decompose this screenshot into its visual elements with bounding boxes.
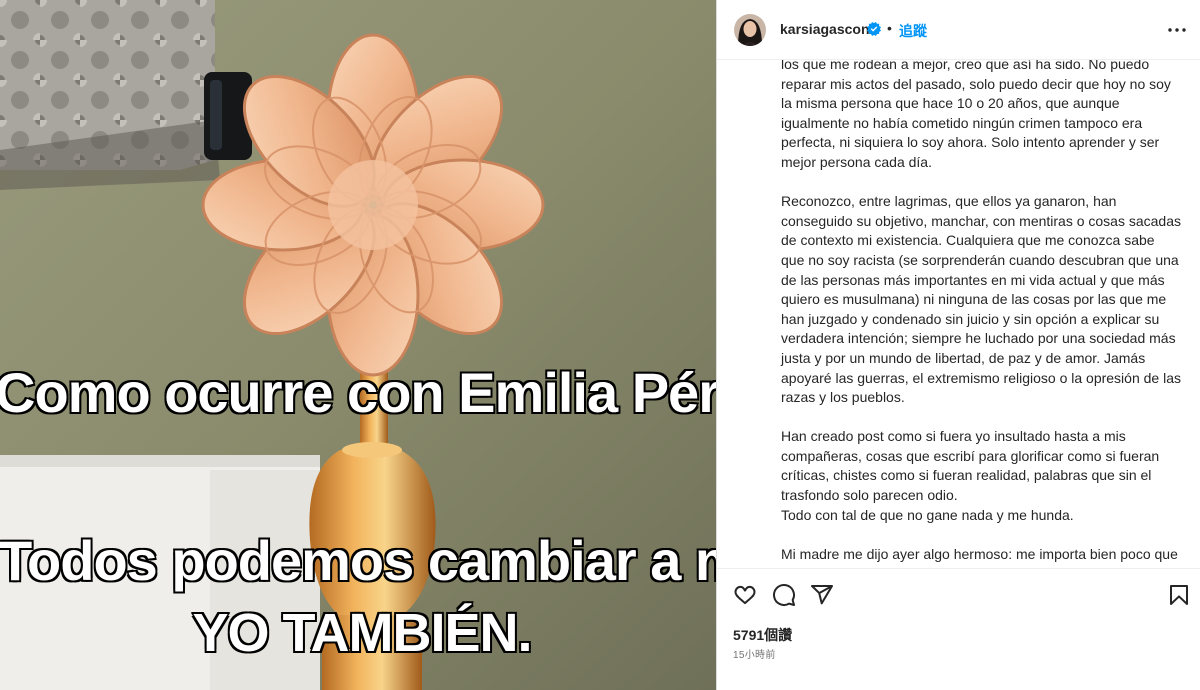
post-actions: 5791個讚 15小時前	[717, 568, 1200, 690]
heart-icon[interactable]	[733, 583, 757, 607]
more-options-icon[interactable]	[1165, 20, 1189, 40]
caption-line-3: YO TAMBIÉN.	[191, 602, 534, 665]
post-side-panel: karsiagascon • 追蹤 los que me rodean a me…	[716, 0, 1200, 690]
caption-scroll-area[interactable]: los que me rodean a mejor, creo que así …	[717, 60, 1200, 568]
caption-line-1: Como ocurre con Emilia Pérez:	[0, 360, 716, 426]
comment-icon[interactable]	[772, 583, 796, 607]
avatar-image	[734, 14, 766, 46]
verified-badge-icon	[867, 22, 881, 36]
caption-paragraph: Reconozco, entre lagrimas, que ellos ya …	[781, 193, 1182, 406]
likes-count[interactable]: 5791個讚	[733, 625, 792, 645]
username-link[interactable]: karsiagascon	[780, 21, 870, 37]
post-header: karsiagascon • 追蹤	[717, 0, 1200, 60]
post-image[interactable]: Como ocurre con Emilia Pérez: Todos pode…	[0, 0, 716, 690]
post-caption: los que me rodean a mejor, creo que así …	[781, 60, 1181, 568]
bookmark-icon[interactable]	[1167, 583, 1191, 607]
caption-line-2: Todos podemos cambiar a mejor.	[0, 528, 716, 594]
send-icon[interactable]	[810, 583, 834, 607]
header-separator: •	[887, 20, 892, 36]
caption-paragraph: Mi madre me dijo ayer algo hermoso: me i…	[781, 545, 1178, 568]
post-timestamp[interactable]: 15小時前	[733, 646, 776, 661]
caption-paragraph: Todo con tal de que no gane nada y me hu…	[781, 506, 1074, 523]
caption-paragraph: Han creado post como si fuera yo insulta…	[781, 428, 1160, 504]
avatar[interactable]	[734, 14, 766, 46]
follow-button[interactable]: 追蹤	[899, 21, 927, 41]
caption-paragraph: los que me rodean a mejor, creo que así …	[781, 60, 1171, 170]
